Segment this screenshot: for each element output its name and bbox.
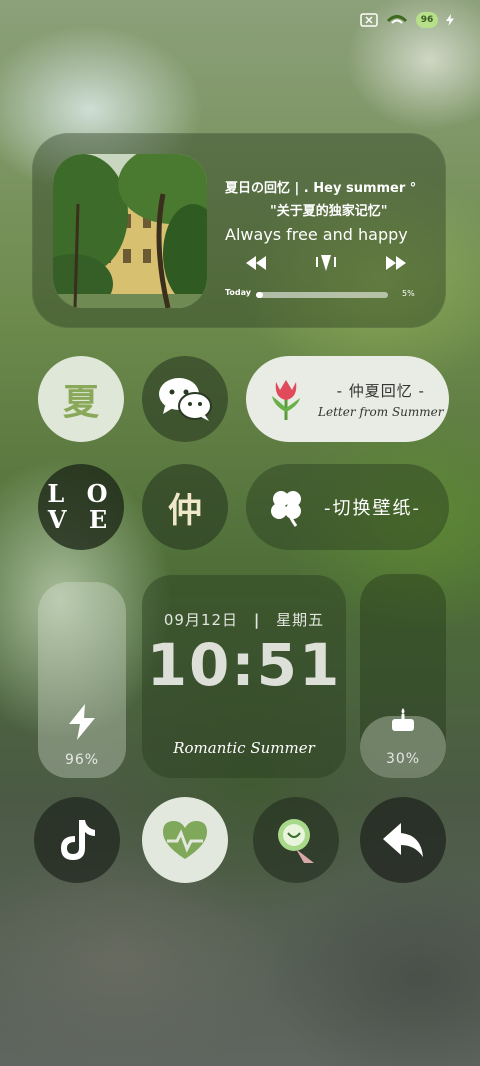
tiktok-icon xyxy=(61,820,95,860)
letter-card[interactable]: - 仲夏回忆 - Letter from Summer xyxy=(246,356,449,442)
wifi-icon xyxy=(386,15,408,24)
battery-indicator: 96 xyxy=(416,12,438,28)
wallpaper-label: -切换壁纸- xyxy=(324,498,421,519)
progress-fill xyxy=(256,292,263,298)
wechat-icon xyxy=(159,378,212,421)
tiktok-button[interactable] xyxy=(34,797,120,883)
rewind-icon[interactable] xyxy=(246,256,266,270)
back-icon xyxy=(383,823,423,857)
date-label: 09月12日 xyxy=(163,611,239,629)
clock-widget: 09月12日 | 星期五 10:51 Romantic Summer xyxy=(142,575,346,778)
clock-time: 10:51 xyxy=(146,631,342,699)
music-widget[interactable]: 夏日の回忆 | . Hey summer ° "关于夏的独家记忆" Always… xyxy=(32,133,446,328)
battery-percent: 96% xyxy=(64,752,100,768)
no-sim-icon xyxy=(360,13,378,27)
clock-tagline: Romantic Summer xyxy=(173,739,315,757)
avatar-app-button[interactable] xyxy=(253,797,339,883)
xia-button[interactable]: 夏 xyxy=(38,356,124,442)
progress-bar[interactable] xyxy=(256,292,388,298)
song-line: Always free and happy xyxy=(225,225,408,244)
weekday-label: 星期五 xyxy=(276,611,325,629)
love-top: L O xyxy=(47,479,115,508)
wallpaper-button[interactable]: -切换壁纸- xyxy=(246,464,449,550)
love-button[interactable]: L O V E xyxy=(38,464,124,550)
wechat-button[interactable] xyxy=(142,356,228,442)
back-button[interactable] xyxy=(360,797,446,883)
tulip-icon xyxy=(272,380,300,420)
status-bar: 96 xyxy=(360,12,454,28)
health-button[interactable] xyxy=(142,797,228,883)
health-icon xyxy=(163,821,207,859)
fast-forward-icon[interactable] xyxy=(386,256,406,270)
letter-subtitle: Letter from Summer xyxy=(318,404,444,419)
lightning-icon xyxy=(69,704,95,740)
song-subtitle: "关于夏的独家记忆" xyxy=(270,204,388,219)
xia-glyph: 夏 xyxy=(62,381,99,423)
charging-icon xyxy=(446,14,454,26)
storage-percent: 30% xyxy=(385,751,421,767)
app-icon xyxy=(278,819,314,863)
zhong-glyph: 仲 xyxy=(168,490,202,531)
album-photo xyxy=(53,154,207,308)
cake-icon xyxy=(392,708,414,731)
progress-percent: 5% xyxy=(402,289,415,298)
battery-widget: 96% xyxy=(38,582,126,778)
song-title: 夏日の回忆 | . Hey summer ° xyxy=(225,181,417,196)
today-label: Today xyxy=(225,288,251,297)
playback-controls xyxy=(246,253,406,273)
zhong-button[interactable]: 仲 xyxy=(142,464,228,550)
storage-widget: 30% xyxy=(360,574,446,778)
love-bottom: V E xyxy=(47,505,115,534)
play-pause-icon[interactable] xyxy=(315,253,337,273)
letter-title: - 仲夏回忆 - xyxy=(336,381,425,400)
clover-icon xyxy=(271,491,301,527)
